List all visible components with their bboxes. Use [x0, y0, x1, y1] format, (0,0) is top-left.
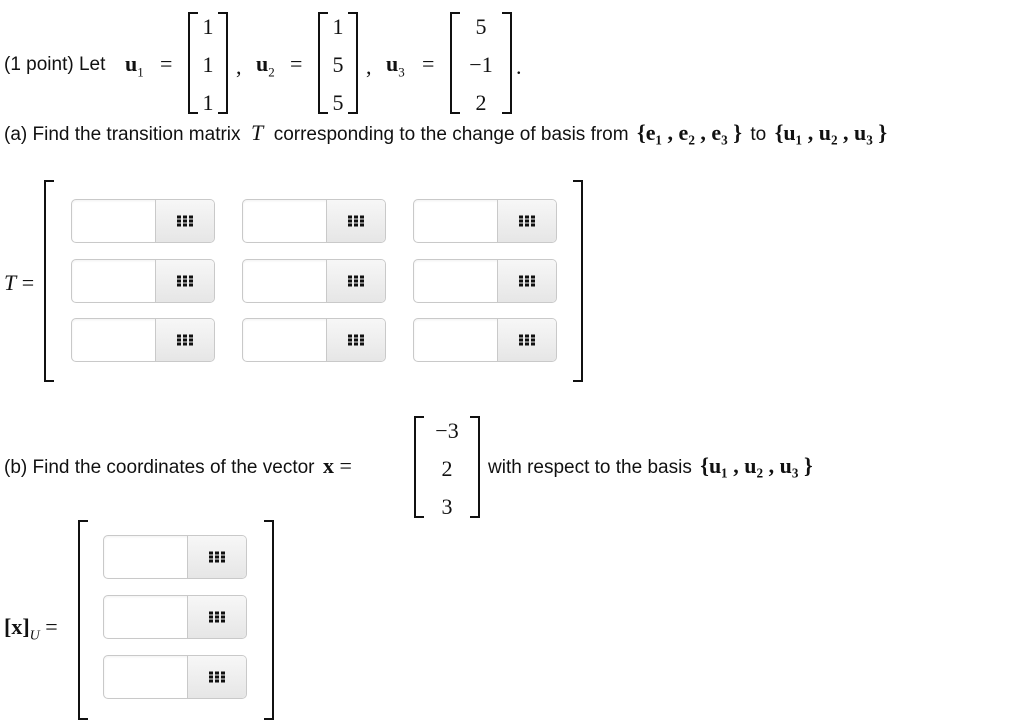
period: .: [516, 54, 522, 79]
coord-left-bracket: [78, 520, 88, 720]
u1-entry: 1: [202, 52, 214, 77]
T-entry-box-input[interactable]: [243, 200, 327, 242]
intro-prefix: (1 point) Let: [4, 54, 106, 75]
equation-palette-button[interactable]: [187, 656, 246, 698]
grid-icon: [348, 215, 364, 227]
T-entry-box: [413, 259, 557, 303]
grid-icon: [209, 671, 225, 683]
T-entry-box: [71, 259, 215, 303]
grid-icon: [519, 334, 535, 346]
grid-icon: [177, 334, 193, 346]
standard-basis: {e₁ , e₂ , e₃ }: [637, 120, 742, 145]
grid-icon: [209, 551, 225, 563]
equation-palette-button[interactable]: [497, 319, 556, 361]
T-entry-box: [413, 199, 557, 243]
equation-palette-button[interactable]: [155, 200, 214, 242]
coord-entry-box-input[interactable]: [104, 656, 188, 698]
u2-entry: 1: [332, 14, 344, 39]
coord-vector-label: [x]U =: [4, 614, 58, 644]
u1-entry: 1: [202, 14, 214, 39]
comma: ,: [366, 54, 372, 79]
u3-equals: =: [422, 51, 435, 76]
part-a-text: (a) Find the transition matrix: [4, 124, 241, 145]
T-entry-box-input[interactable]: [72, 319, 156, 361]
T-entry-box-input[interactable]: [414, 200, 498, 242]
u2-label: u2: [256, 51, 275, 80]
equation-palette-button[interactable]: [326, 200, 385, 242]
u2-entry: 5: [332, 90, 344, 115]
T-entry-box: [413, 318, 557, 362]
grid-icon: [209, 611, 225, 623]
x-label: x =: [322, 453, 352, 478]
u2-entry: 5: [332, 52, 344, 77]
T-entry-box-input[interactable]: [72, 200, 156, 242]
coord-entry-box-input[interactable]: [104, 596, 188, 638]
part-b-text: (b) Find the coordinates of the vector: [4, 457, 315, 478]
equation-palette-button[interactable]: [187, 536, 246, 578]
grid-icon: [519, 215, 535, 227]
T-entry-box-input[interactable]: [72, 260, 156, 302]
T-entry-box: [242, 199, 386, 243]
u1-vector: 1 1 1: [188, 8, 228, 118]
T-entry-box: [71, 318, 215, 362]
coord-entry-box: [103, 655, 247, 699]
x-entry: −3: [435, 418, 459, 443]
equation-palette-button[interactable]: [187, 596, 246, 638]
grid-icon: [519, 275, 535, 287]
u2-vector: 1 5 5: [318, 8, 358, 118]
coord-entry-box: [103, 595, 247, 639]
part-a-text: corresponding to the change of basis fro…: [273, 124, 629, 145]
coord-right-bracket: [264, 520, 274, 720]
T-entry-box-input[interactable]: [243, 319, 327, 361]
u3-entry: 5: [475, 14, 487, 39]
T-symbol: T: [250, 120, 264, 145]
x-entry: 3: [441, 494, 453, 519]
grid-icon: [177, 215, 193, 227]
coord-entry-box: [103, 535, 247, 579]
T-entry-box-input[interactable]: [414, 260, 498, 302]
T-entry-box: [242, 318, 386, 362]
u2-equals: =: [290, 51, 303, 76]
u1-entry: 1: [202, 90, 214, 115]
part-a-text: to: [750, 124, 767, 145]
T-entry-box-input[interactable]: [243, 260, 327, 302]
part-b-question: (b) Find the coordinates of the vector x…: [4, 453, 352, 479]
T-entry-box: [71, 199, 215, 243]
T-entry-box: [242, 259, 386, 303]
grid-icon: [348, 275, 364, 287]
equation-palette-button[interactable]: [326, 319, 385, 361]
x-vector: −3 2 3: [414, 412, 480, 522]
u1-label: u1: [125, 51, 144, 80]
T-matrix-left-bracket: [44, 180, 54, 382]
part-b-question-tail: with respect to the basis {u₁ , u₂ , u₃ …: [488, 453, 813, 479]
T-matrix-label: T =: [4, 270, 35, 295]
grid-icon: [348, 334, 364, 346]
T-entry-box-input[interactable]: [414, 319, 498, 361]
T-matrix-right-bracket: [573, 180, 583, 382]
comma: ,: [236, 54, 242, 79]
equation-palette-button[interactable]: [497, 200, 556, 242]
grid-icon: [177, 275, 193, 287]
equation-palette-button[interactable]: [497, 260, 556, 302]
coord-entry-box-input[interactable]: [104, 536, 188, 578]
x-entry: 2: [441, 456, 453, 481]
part-b-text: with respect to the basis: [488, 457, 692, 478]
u-basis: {u₁ , u₂ , u₃ }: [700, 453, 813, 478]
u3-entry: −1: [469, 52, 493, 77]
equation-palette-button[interactable]: [155, 319, 214, 361]
equation-palette-button[interactable]: [326, 260, 385, 302]
part-a-question: (a) Find the transition matrix T corresp…: [4, 120, 887, 146]
u3-label: u3: [386, 51, 405, 80]
u1-equals: =: [160, 51, 173, 76]
equation-palette-button[interactable]: [155, 260, 214, 302]
u3-entry: 2: [475, 90, 487, 115]
u3-vector: 5 −1 2: [450, 8, 512, 118]
u-basis: {u₁ , u₂ , u₃ }: [774, 120, 888, 145]
